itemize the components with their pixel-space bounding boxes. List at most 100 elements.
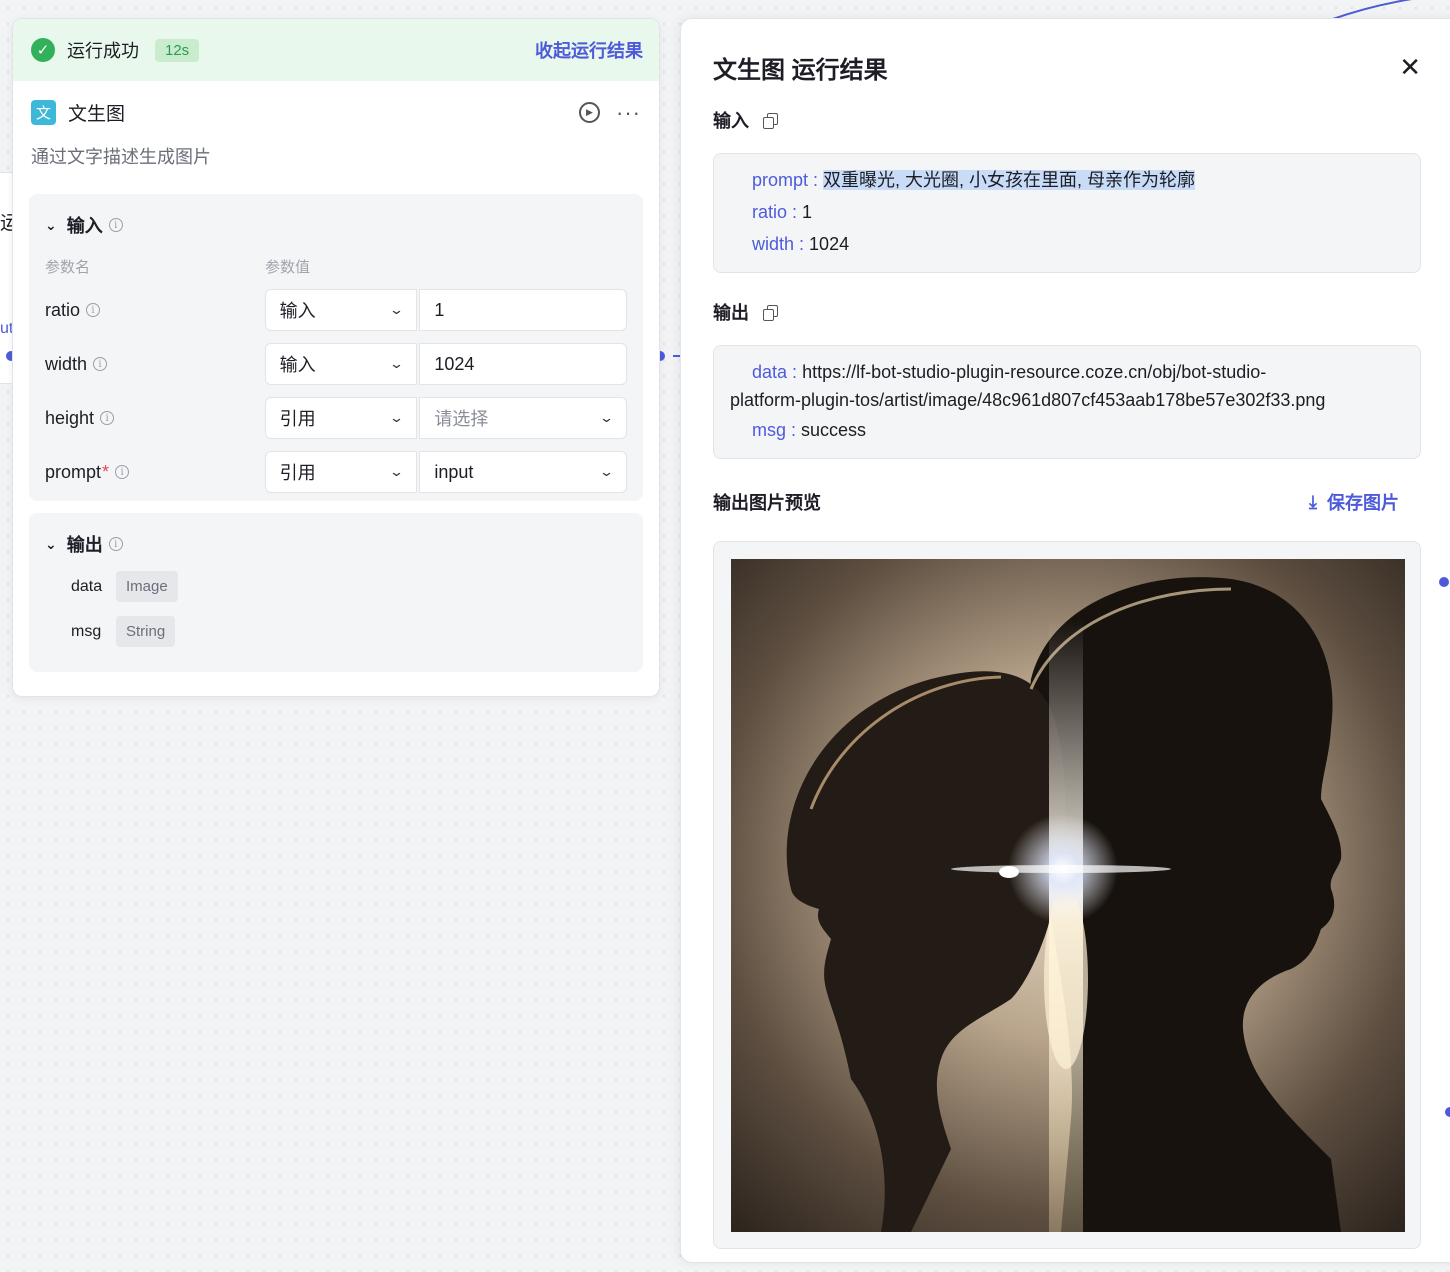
param-row-prompt: prompt * i 引用 ⌄ input ⌄: [45, 451, 627, 493]
save-image-label: 保存图片: [1327, 493, 1399, 513]
kv-key: data: [752, 362, 788, 382]
info-icon[interactable]: i: [86, 303, 101, 317]
param-value-select[interactable]: input ⌄: [419, 451, 627, 493]
output-json-box: data : https://lf-bot-studio-plugin-reso…: [713, 345, 1421, 459]
chevron-down-icon: ⌄: [598, 464, 615, 479]
status-text: 运行成功: [67, 41, 139, 61]
param-type-value: 输入: [279, 301, 316, 321]
preview-title: 输出图片预览: [713, 493, 821, 513]
param-type-select[interactable]: 引用 ⌄: [264, 397, 418, 439]
param-type-select[interactable]: 引用 ⌄: [264, 451, 418, 493]
output-kv-row: msg : success: [752, 420, 867, 440]
preview-header: 输出图片预览 ⤓ 保存图片: [713, 489, 1421, 515]
param-value: 1: [434, 299, 445, 320]
generated-image[interactable]: [731, 559, 1405, 1232]
run-result-panel: 文生图 运行结果 ✕ 输入 prompt : 双重曝光, 大光圈, 小女孩在里面…: [680, 18, 1450, 1263]
copy-icon[interactable]: [763, 305, 778, 321]
chevron-down-icon: ⌄: [389, 356, 405, 371]
output-field-row: msg String: [71, 616, 627, 647]
kv-key: msg: [752, 420, 787, 440]
input-section-header[interactable]: ⌄ 输入 i: [45, 212, 627, 238]
param-name: width: [45, 353, 88, 374]
kv-value: 双重曝光, 大光圈, 小女孩在里面, 母亲作为轮廓: [823, 170, 1196, 190]
output-section: ⌄ 输出 i data Image msg String: [29, 513, 643, 672]
param-type-select[interactable]: 输入 ⌄: [264, 289, 418, 331]
text-to-image-icon: 文: [31, 100, 56, 125]
input-section-title: 输入: [66, 216, 103, 236]
required-mark: *: [102, 461, 110, 482]
node-header: 文 文生图 ▶ ···: [13, 81, 659, 125]
output-kv-continuation: platform-plugin-tos/artist/image/48c961d…: [730, 390, 1326, 410]
chevron-down-icon: ⌄: [598, 410, 615, 425]
output-kv-row: data : https://lf-bot-studio-plugin-reso…: [752, 362, 1267, 382]
chevron-down-icon[interactable]: ⌄: [45, 217, 57, 234]
copy-icon[interactable]: [763, 113, 778, 129]
node-title: 文生图: [68, 104, 126, 125]
input-label: 输入: [713, 111, 749, 131]
chevron-down-icon[interactable]: ⌄: [45, 536, 57, 553]
output-label-row: 输出: [713, 299, 1421, 325]
download-icon: ⤓: [1309, 491, 1317, 512]
output-field-row: data Image: [71, 571, 627, 602]
run-status-bar: ✓ 运行成功 12s 收起运行结果: [13, 19, 659, 81]
input-kv-row: width : 1024: [752, 234, 850, 254]
text-to-image-node[interactable]: ✓ 运行成功 12s 收起运行结果 文 文生图 ▶ ··· 通过文字描述生成图片…: [12, 18, 660, 697]
input-kv-row: ratio : 1: [752, 202, 813, 222]
param-value-input[interactable]: 1: [419, 289, 627, 331]
param-value-input[interactable]: 1024: [419, 343, 627, 385]
kv-value: 1: [802, 202, 813, 222]
output-label: 输出: [713, 303, 749, 323]
param-type-select[interactable]: 输入 ⌄: [264, 343, 418, 385]
param-type-value: 引用: [279, 409, 316, 429]
param-value: input: [434, 461, 474, 482]
chevron-down-icon: ⌄: [389, 464, 405, 479]
param-row-ratio: ratio i 输入 ⌄ 1: [45, 289, 627, 331]
param-name-header: 参数名: [45, 259, 91, 276]
kv-key: ratio: [752, 202, 788, 222]
save-image-button[interactable]: ⤓ 保存图片: [1309, 489, 1399, 515]
param-value-placeholder: 请选择: [434, 409, 489, 429]
output-field-name: msg: [71, 622, 102, 640]
kv-value: 1024: [809, 234, 850, 254]
duration-badge: 12s: [155, 38, 200, 62]
info-icon[interactable]: i: [93, 357, 108, 371]
info-icon[interactable]: i: [108, 218, 123, 232]
panel-title: 文生图 运行结果: [713, 56, 888, 84]
output-field-type: String: [116, 616, 176, 647]
kv-value: https://lf-bot-studio-plugin-resource.co…: [802, 362, 1267, 382]
param-type-value: 引用: [279, 463, 316, 483]
info-icon[interactable]: i: [115, 465, 130, 479]
node-description: 通过文字描述生成图片: [31, 147, 211, 167]
output-field-name: data: [71, 577, 103, 595]
input-kv-row: prompt : 双重曝光, 大光圈, 小女孩在里面, 母亲作为轮廓: [752, 170, 1196, 190]
param-name: ratio: [45, 299, 81, 320]
kv-key: width: [752, 234, 795, 254]
param-value-select[interactable]: 请选择 ⌄: [419, 397, 627, 439]
chevron-down-icon: ⌄: [389, 302, 405, 317]
kv-key: prompt: [752, 170, 809, 190]
play-icon[interactable]: ▶: [579, 102, 601, 123]
param-value-header: 参数值: [265, 259, 311, 276]
info-icon[interactable]: i: [108, 537, 123, 551]
image-preview-box: [713, 541, 1421, 1249]
port-dot[interactable]: [1445, 1107, 1450, 1117]
output-section-header[interactable]: ⌄ 输出 i: [45, 531, 627, 557]
input-json-box: prompt : 双重曝光, 大光圈, 小女孩在里面, 母亲作为轮廓 ratio…: [713, 153, 1421, 273]
param-name: prompt: [45, 461, 102, 482]
collapse-results-link[interactable]: 收起运行结果: [535, 37, 643, 63]
param-row-height: height i 引用 ⌄ 请选择 ⌄: [45, 397, 627, 439]
input-section: ⌄ 输入 i 参数名 参数值 ratio i 输入 ⌄ 1 width i 输入…: [29, 194, 643, 501]
input-label-row: 输入: [713, 107, 1421, 133]
chevron-down-icon: ⌄: [389, 410, 405, 425]
param-name: height: [45, 407, 95, 428]
param-value: 1024: [434, 353, 475, 374]
output-field-type: Image: [116, 571, 178, 602]
param-row-width: width i 输入 ⌄ 1024: [45, 343, 627, 385]
panel-header: 文生图 运行结果 ✕: [713, 19, 1421, 115]
close-icon[interactable]: ✕: [1381, 52, 1421, 83]
port-dot[interactable]: [1439, 577, 1449, 587]
check-circle-icon: ✓: [31, 38, 55, 62]
info-icon[interactable]: i: [100, 411, 115, 425]
param-type-value: 输入: [279, 355, 316, 375]
more-options-icon[interactable]: ···: [616, 101, 641, 124]
